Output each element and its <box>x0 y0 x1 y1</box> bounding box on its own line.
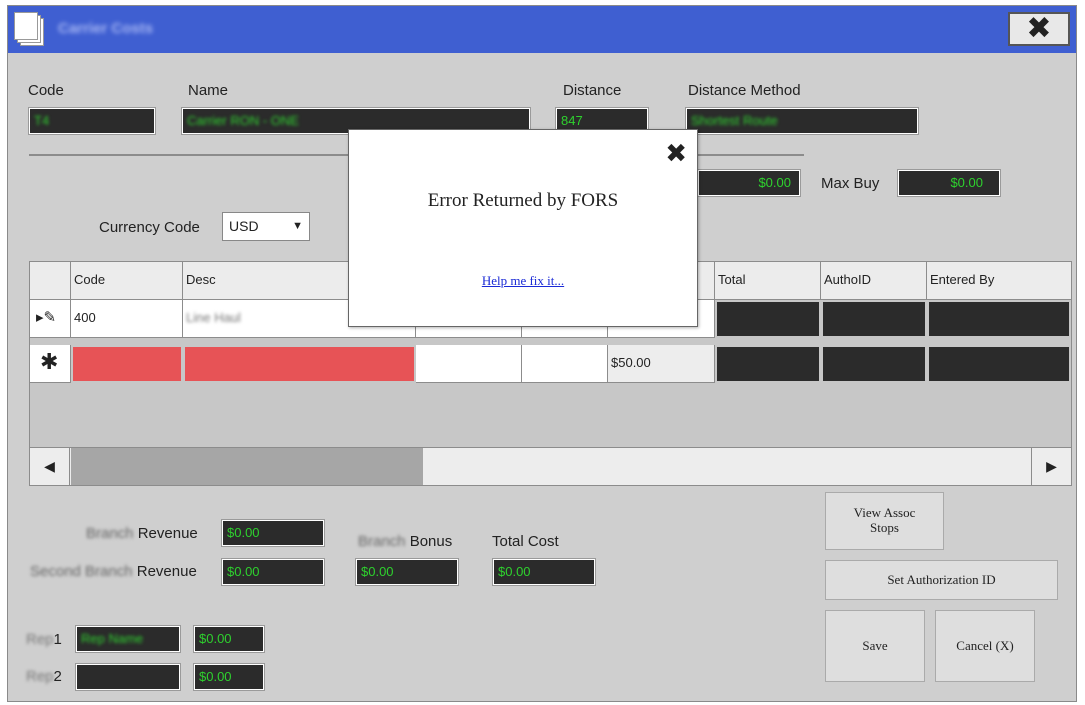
set-authorization-id-button[interactable]: Set Authorization ID <box>825 560 1058 600</box>
carrier-costs-window: Carrier Costs ✖ Code Name Distance Dista… <box>7 5 1077 702</box>
rep1-label: Rep1 <box>26 631 62 648</box>
rep1-amount-field[interactable]: $0.00 <box>193 625 265 653</box>
code-label: Code <box>28 82 64 99</box>
asterisk-icon: ✱ <box>40 349 59 374</box>
max-buy-label: Max Buy <box>821 175 880 192</box>
currency-code-label: Currency Code <box>99 219 200 236</box>
rep2-name-field[interactable] <box>75 663 181 691</box>
row2-col4-cell[interactable] <box>416 345 522 383</box>
total-cost-label: Total Cost <box>492 533 559 550</box>
code-field[interactable]: T4 <box>28 107 156 135</box>
new-row-indicator: ✱ <box>30 345 71 383</box>
document-icon <box>14 12 46 48</box>
error-message: Error Returned by FORS <box>427 190 619 211</box>
branch-bonus-field[interactable]: $0.00 <box>355 558 459 586</box>
chevron-down-icon: ▼ <box>292 220 303 232</box>
second-branch-revenue-label: Second Branch Revenue <box>30 563 197 580</box>
total-cost-field[interactable]: $0.00 <box>492 558 596 586</box>
pencil-icon: ▸✎ <box>36 309 57 326</box>
max-buy-field[interactable]: $0.00 <box>897 169 1001 197</box>
distance-label: Distance <box>563 82 622 99</box>
row2-authoid-cell[interactable] <box>821 345 927 383</box>
row2-col5-cell[interactable] <box>522 345 608 383</box>
scroll-thumb[interactable] <box>71 448 423 485</box>
second-branch-revenue-field[interactable]: $0.00 <box>221 558 325 586</box>
row2-total-cell[interactable] <box>715 345 821 383</box>
row1-authoid-cell[interactable] <box>821 300 927 338</box>
grid-header-entered-by[interactable]: Entered By <box>927 262 1071 300</box>
dialog-close-button[interactable]: ✖ <box>665 140 687 166</box>
distance-method-label: Distance Method <box>688 82 801 99</box>
grid-header-authoid[interactable]: AuthoID <box>821 262 927 300</box>
row2-entered-by-cell[interactable] <box>927 345 1071 383</box>
table-row-edit-indicator: ▸✎ <box>30 300 71 338</box>
grid-header-total[interactable]: Total <box>715 262 821 300</box>
rep2-label: Rep2 <box>26 668 62 685</box>
window-title: Carrier Costs <box>58 20 154 37</box>
scroll-left-button[interactable]: ◀ <box>30 448 70 485</box>
close-icon: ✖ <box>665 138 687 168</box>
name-label: Name <box>188 82 229 99</box>
row2-desc-cell[interactable] <box>183 345 416 383</box>
close-icon: ✖ <box>1026 12 1052 45</box>
view-assoc-stops-button[interactable]: View Assoc Stops <box>825 492 944 550</box>
branch-bonus-label: Branch Bonus <box>358 533 453 550</box>
currency-select[interactable]: USD ▼ <box>222 212 310 241</box>
cancel-button[interactable]: Cancel (X) <box>935 610 1035 682</box>
row1-code-cell[interactable]: 400 <box>71 300 183 338</box>
row1-entered-by-cell[interactable] <box>927 300 1071 338</box>
min-buy-field[interactable]: $0.00 <box>697 169 801 197</box>
rep1-name-field[interactable]: Rep Name <box>75 625 181 653</box>
row2-code-cell[interactable] <box>71 345 183 383</box>
scroll-right-button[interactable]: ▶ <box>1031 448 1071 485</box>
grid-header-selector <box>30 262 71 300</box>
window-close-button[interactable]: ✖ <box>1008 12 1070 46</box>
horizontal-scrollbar[interactable]: ◀ ▶ <box>30 447 1071 485</box>
title-bar: Carrier Costs ✖ <box>8 6 1076 53</box>
row1-total-cell[interactable] <box>715 300 821 338</box>
arrow-left-icon: ◀ <box>44 458 55 474</box>
distance-method-field[interactable]: Shortest Route <box>685 107 919 135</box>
help-fix-link[interactable]: Help me fix it... <box>349 273 697 289</box>
rep2-amount-field[interactable]: $0.00 <box>193 663 265 691</box>
error-dialog: ✖ Error Returned by FORS Help me fix it.… <box>348 129 698 327</box>
grid-header-code[interactable]: Code <box>71 262 183 300</box>
save-button[interactable]: Save <box>825 610 925 682</box>
currency-value: USD <box>229 218 259 234</box>
branch-revenue-label: Branch Revenue <box>86 525 198 542</box>
arrow-right-icon: ▶ <box>1046 458 1057 474</box>
branch-revenue-field[interactable]: $0.00 <box>221 519 325 547</box>
row2-amount-cell[interactable]: $50.00 <box>608 345 715 383</box>
